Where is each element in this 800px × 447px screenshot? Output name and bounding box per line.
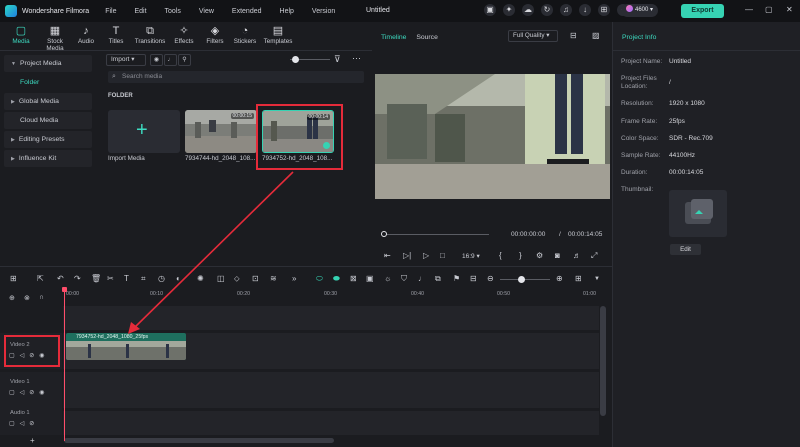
annotation-arrow	[128, 171, 294, 334]
